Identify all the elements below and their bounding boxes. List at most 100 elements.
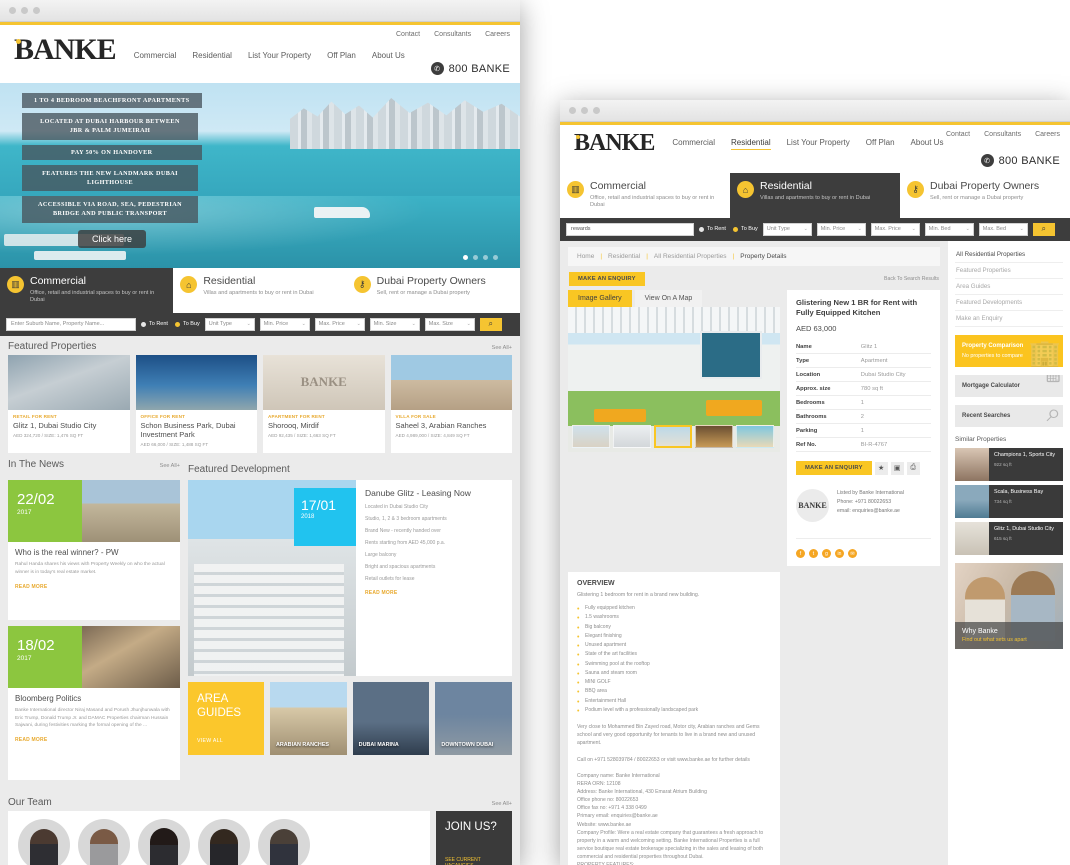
similar-property-item[interactable]: Champions 1, Sports City 922 sq ft <box>955 447 1063 481</box>
rail-nav-area-guides[interactable]: Area Guides <box>955 279 1063 295</box>
top-link-consultants[interactable]: Consultants <box>984 131 1021 138</box>
breadcrumb-home[interactable]: Home <box>577 253 594 260</box>
property-comparison-box[interactable]: Property Comparison No properties to com… <box>955 334 1063 367</box>
why-banke-card[interactable]: Why Banke Find out what sets us apart <box>955 562 1063 649</box>
facebook-icon[interactable]: f <box>796 549 805 559</box>
featured-properties-see-all[interactable]: See All+ <box>492 345 512 351</box>
compare-icon[interactable]: ▣ <box>890 461 904 475</box>
nav-about-us[interactable]: About Us <box>911 138 944 150</box>
avatar[interactable] <box>18 819 70 865</box>
category-residential[interactable]: ⌂ Residential Villas and apartments to b… <box>173 268 347 313</box>
radio-to-rent-home[interactable]: To Rent <box>141 321 168 327</box>
window-close-dot[interactable] <box>569 107 576 114</box>
category-residential[interactable]: ⌂ Residential Villas and apartments to b… <box>730 173 900 218</box>
select-min-price-details[interactable]: Min. Price ⌄ <box>816 222 866 236</box>
avatar[interactable] <box>258 819 310 865</box>
area-guide-card[interactable]: ARABIAN RANCHES <box>270 682 347 755</box>
news-card[interactable]: 18/02 2017 Bloomberg Politics Banke Inte… <box>8 626 180 781</box>
development-read-more[interactable]: READ MORE <box>365 590 503 596</box>
window-close-dot[interactable] <box>9 7 16 14</box>
top-link-contact[interactable]: Contact <box>946 131 970 138</box>
rail-nav-all-residential[interactable]: All Residential Properties <box>955 247 1063 263</box>
breadcrumb-residential[interactable]: Residential <box>608 253 640 260</box>
news-card[interactable]: 22/02 2017 Who is the real winner? - PW … <box>8 480 180 621</box>
property-card[interactable]: OFFICE FOR RENT Schon Business Park, Dub… <box>135 354 257 454</box>
search-submit-home[interactable]: ⌕ <box>479 317 502 331</box>
nav-commercial[interactable]: Commercial <box>134 51 177 60</box>
search-submit-details[interactable]: ⌕ <box>1032 222 1055 236</box>
rail-nav-make-an-enquiry[interactable]: Make an Enquiry <box>955 311 1063 327</box>
select-min-price-home[interactable]: Min. Price ⌄ <box>259 317 310 331</box>
tab-view-on-map[interactable]: View On A Map <box>634 289 703 307</box>
area-guides-view-all[interactable]: VIEW ALL <box>197 738 255 744</box>
linkedin-icon[interactable]: in <box>835 549 844 559</box>
top-link-careers[interactable]: Careers <box>1035 131 1060 138</box>
area-guide-card[interactable]: DOWNTOWN DUBAI <box>435 682 513 755</box>
search-input-home[interactable]: Enter Suburb Name, Property Name... <box>6 317 136 331</box>
nav-list-your-property[interactable]: List Your Property <box>787 138 850 150</box>
join-us-card[interactable]: JOIN US? SEE CURRENT VACANCIES <box>436 811 512 865</box>
select-max-price-details[interactable]: Max. Price ⌄ <box>870 222 920 236</box>
hero-dot-4[interactable] <box>493 255 498 260</box>
area-guide-card[interactable]: DUBAI MARINA <box>352 682 430 755</box>
news-read-more[interactable]: READ MORE <box>15 737 173 743</box>
banke-logo[interactable]: BANKE <box>574 131 655 155</box>
select-unit-type-details[interactable]: Unit Type ⌄ <box>762 222 812 236</box>
category-owners[interactable]: ⚷ Dubai Property Owners Sell, rent or ma… <box>346 268 520 313</box>
nav-off-plan[interactable]: Off Plan <box>866 138 895 150</box>
gallery-thumb[interactable] <box>695 424 733 448</box>
hero-dot-3[interactable] <box>483 255 488 260</box>
nav-residential[interactable]: Residential <box>731 138 771 151</box>
make-an-enquiry-button[interactable]: MAKE AN ENQUIRY <box>796 461 872 476</box>
back-to-search-results-link[interactable]: Back To Search Results <box>884 276 939 282</box>
nav-list-your-property[interactable]: List Your Property <box>248 51 311 60</box>
property-card[interactable]: BANKE APARTMENT FOR RENT Shorooq, Mirdif… <box>263 354 385 454</box>
make-an-enquiry-button-top[interactable]: MAKE AN ENQUIRY <box>569 271 645 286</box>
avatar[interactable] <box>138 819 190 865</box>
nav-residential[interactable]: Residential <box>192 51 232 60</box>
rail-nav-featured-properties[interactable]: Featured Properties <box>955 263 1063 279</box>
hero-cta-button[interactable]: Click here <box>78 230 147 248</box>
news-see-all[interactable]: See All+ <box>160 463 180 469</box>
news-read-more[interactable]: READ MORE <box>15 584 173 590</box>
hero-dot-1[interactable] <box>463 255 468 260</box>
select-max-size-home[interactable]: Max. Size ⌄ <box>424 317 475 331</box>
window-minimize-dot[interactable] <box>581 107 588 114</box>
similar-property-item[interactable]: Glitz 1, Dubai Studio City 615 sq ft <box>955 521 1063 555</box>
select-min-size-home[interactable]: Min. Size ⌄ <box>369 317 420 331</box>
nav-off-plan[interactable]: Off Plan <box>327 51 356 60</box>
area-guides-tile[interactable]: AREA GUIDES VIEW ALL <box>188 682 264 755</box>
print-icon[interactable]: ⎙ <box>906 461 920 475</box>
radio-to-buy-details[interactable]: To Buy <box>732 226 758 232</box>
team-see-all[interactable]: See All+ <box>492 801 512 807</box>
avatar[interactable] <box>78 819 130 865</box>
select-unit-type-home[interactable]: Unit Type ⌄ <box>204 317 255 331</box>
window-maximize-dot[interactable] <box>33 7 40 14</box>
google-plus-icon[interactable]: g <box>822 549 831 559</box>
join-us-sub[interactable]: SEE CURRENT VACANCIES <box>445 857 503 865</box>
category-commercial[interactable]: ▥ Commercial Office, retail and industri… <box>560 173 730 218</box>
recent-searches-box[interactable]: Recent Searches ⌕ <box>955 404 1063 427</box>
gallery-main-image[interactable] <box>568 306 780 452</box>
search-input-details[interactable]: rewards <box>566 222 694 236</box>
window-maximize-dot[interactable] <box>593 107 600 114</box>
star-icon[interactable]: ★ <box>874 461 888 475</box>
radio-to-rent-details[interactable]: To Rent <box>699 226 726 232</box>
radio-to-buy-home[interactable]: To Buy <box>174 321 200 327</box>
select-max-bed-details[interactable]: Max. Bed ⌄ <box>978 222 1028 236</box>
email-icon[interactable]: ✉ <box>848 549 857 559</box>
select-min-bed-details[interactable]: Min. Bed ⌄ <box>924 222 974 236</box>
gallery-thumb[interactable] <box>572 424 610 448</box>
select-max-price-home[interactable]: Max. Price ⌄ <box>314 317 365 331</box>
banke-logo[interactable]: BANKE <box>14 35 117 65</box>
avatar[interactable] <box>198 819 250 865</box>
window-minimize-dot[interactable] <box>21 7 28 14</box>
gallery-thumb-selected[interactable] <box>654 424 692 448</box>
development-card[interactable]: 17/01 2018 Danube Glitz - Leasing Now Lo… <box>188 480 512 677</box>
property-card[interactable]: RETAIL FOR RENT Glitz 1, Dubai Studio Ci… <box>8 354 130 454</box>
category-owners[interactable]: ⚷ Dubai Property Owners Sell, rent or ma… <box>900 173 1070 218</box>
top-link-consultants[interactable]: Consultants <box>434 31 471 38</box>
gallery-thumb[interactable] <box>613 424 651 448</box>
phone-block-home[interactable]: ✆ 800 BANKE <box>430 62 510 75</box>
top-link-careers[interactable]: Careers <box>485 31 510 38</box>
